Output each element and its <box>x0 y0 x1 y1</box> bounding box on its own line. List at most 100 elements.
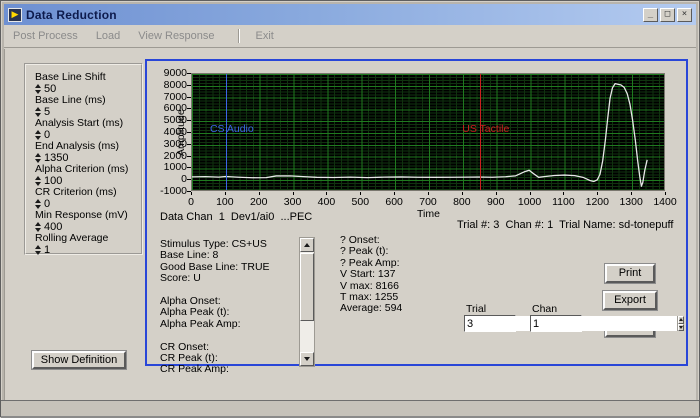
param-value[interactable]: 1350 <box>44 152 68 164</box>
trial-selector <box>464 315 618 332</box>
result-line: CR Onset: <box>160 340 210 353</box>
y-tick-mark <box>187 143 191 145</box>
param-value[interactable]: 100 <box>44 175 62 187</box>
result-line: Average: 594 <box>340 302 403 315</box>
main-content: Base Line Shift 50 Base Line (ms) 5 Analys… <box>4 49 696 400</box>
param-value[interactable]: 0 <box>44 129 50 141</box>
increment-decrement-icon[interactable] <box>35 175 41 186</box>
result-line: ? Peak (t): <box>340 245 389 258</box>
x-tick-mark <box>631 192 633 195</box>
result-line: CR Peak Amp: <box>160 363 229 376</box>
increment-decrement-icon[interactable] <box>35 198 41 209</box>
y-tick-label: 3000 <box>163 137 187 150</box>
menu-item-exit[interactable]: Exit <box>247 30 283 42</box>
scroll-up-icon[interactable] <box>300 238 314 252</box>
y-tick-label: 7000 <box>163 90 187 103</box>
chan-updown <box>677 316 684 331</box>
print-button[interactable]: Print <box>605 264 655 283</box>
x-tick-label: 700 <box>419 196 437 208</box>
param-label: End Analysis (ms) <box>35 140 120 152</box>
param-value[interactable]: 5 <box>44 106 50 118</box>
x-tick-label: 600 <box>385 196 403 208</box>
menu-item-view-response[interactable]: View Response <box>129 30 223 42</box>
y-tick-mark <box>187 120 191 122</box>
result-line: ? Onset: <box>340 234 380 246</box>
scroll-down-icon[interactable] <box>300 352 314 366</box>
menu-bar: Post Process Load View Response Exit <box>4 25 696 48</box>
result-line: V max: 8166 <box>340 279 399 292</box>
cursor-label: CS Audio <box>209 123 254 135</box>
chan-input[interactable] <box>531 316 677 331</box>
x-tick-mark <box>360 192 362 195</box>
y-tick-label: 6000 <box>163 102 187 115</box>
x-tick-mark <box>428 192 429 195</box>
x-tick-label: 400 <box>317 196 336 208</box>
y-tick-mark <box>187 84 191 86</box>
param-label: Rolling Average <box>35 232 109 244</box>
x-tick-label: 200 <box>249 196 268 208</box>
chan-down-icon[interactable] <box>678 323 684 331</box>
x-tick-label: 500 <box>351 196 370 208</box>
param-control: Base Line Shift 50 <box>35 71 141 95</box>
y-tick-label: 5000 <box>163 114 187 127</box>
x-tick-mark <box>258 192 260 195</box>
param-value[interactable]: 400 <box>44 221 62 233</box>
param-control: Rolling Average 1 <box>35 232 141 256</box>
param-value[interactable]: 1 <box>44 244 50 256</box>
param-value[interactable]: 50 <box>44 83 56 95</box>
menu-item-post-process[interactable]: Post Process <box>4 30 87 42</box>
result-line: Base Line: 8 <box>160 249 219 262</box>
x-tick-label: 1200 <box>585 196 609 208</box>
trial-info-text: Trial #: 3 Chan #: 1 Trial Name: sd-tone… <box>457 219 674 231</box>
param-control: CR Criterion (ms) 0 <box>35 186 141 210</box>
close-button-icon[interactable]: × <box>677 7 692 22</box>
results-column-1: Stimulus Type: CS+US Base Line: 8 Good Bas… <box>160 238 300 375</box>
analysis-panel: Amplitude CS Audio US Tactile 9000 8000 700… <box>145 59 688 375</box>
increment-decrement-icon[interactable] <box>35 152 41 163</box>
result-line: T max: 1255 <box>340 290 399 303</box>
export-button[interactable]: Export <box>603 291 657 310</box>
increment-decrement-icon[interactable] <box>35 129 41 140</box>
x-tick-label: 900 <box>486 196 505 208</box>
x-tick-label: 0 <box>188 196 194 208</box>
y-tick-label: 0 <box>181 173 187 186</box>
increment-decrement-icon[interactable] <box>35 221 41 232</box>
results-scrollbar[interactable] <box>299 237 315 367</box>
bottom-window-frame <box>1 400 699 418</box>
param-control: Base Line (ms) 5 <box>35 94 141 118</box>
result-line: V Start: 137 <box>340 268 396 281</box>
x-tick-mark <box>326 192 328 195</box>
y-tick-mark <box>187 96 191 98</box>
param-label: Base Line Shift <box>35 71 106 83</box>
x-tick-mark <box>394 192 396 195</box>
result-line: CR Peak (t): <box>160 351 218 364</box>
param-control: End Analysis (ms) 1350 <box>35 140 141 164</box>
minimize-button-icon[interactable]: _ <box>643 7 658 22</box>
show-definition-button[interactable]: Show Definition <box>32 351 126 369</box>
x-tick-mark <box>529 192 531 195</box>
x-tick-label: 1100 <box>552 196 575 208</box>
menu-separator <box>237 29 239 43</box>
param-control: Analysis Start (ms) 0 <box>35 117 141 141</box>
increment-decrement-icon[interactable] <box>35 83 41 94</box>
param-value[interactable]: 0 <box>44 198 50 210</box>
result-line <box>160 284 300 295</box>
y-tick-label: 4000 <box>163 126 187 138</box>
parameters-panel: Base Line Shift 50 Base Line (ms) 5 Analys… <box>24 63 143 256</box>
increment-decrement-icon[interactable] <box>35 106 41 117</box>
increment-decrement-icon[interactable] <box>35 244 41 255</box>
maximize-button-icon[interactable]: □ <box>660 7 675 22</box>
x-tick-mark <box>665 192 666 195</box>
window-title: Data Reduction <box>26 7 117 22</box>
chan-up-icon[interactable] <box>678 316 684 324</box>
waveform-plot: CS Audio US Tactile <box>191 73 665 191</box>
x-tick-label: 1000 <box>517 196 542 208</box>
x-axis-label: Time <box>417 208 440 220</box>
menu-item-load[interactable]: Load <box>87 30 129 42</box>
x-tick-mark <box>597 192 599 195</box>
result-line: Alpha Peak Amp: <box>160 317 241 330</box>
x-tick-label: 1400 <box>653 196 677 208</box>
response-trace <box>192 82 648 187</box>
x-tick-mark <box>292 192 294 195</box>
scrollbar-thumb[interactable] <box>300 253 314 321</box>
